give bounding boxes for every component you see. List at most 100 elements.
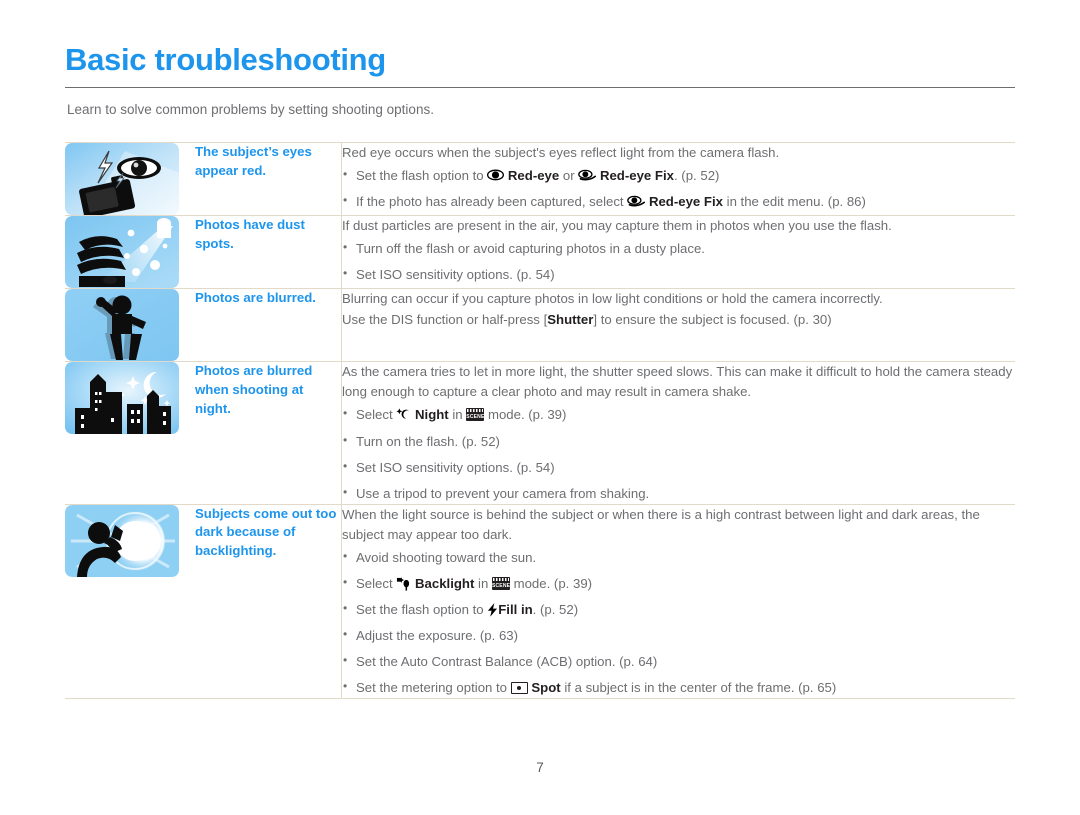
page-number: 7 xyxy=(536,760,544,775)
row-lead-text-2: Use the DIS function or half-press [Shut… xyxy=(342,310,1015,330)
option-text: if a subject is in the center of the fra… xyxy=(560,680,837,696)
list-item: Use a tripod to prevent your camera from… xyxy=(342,483,1015,504)
red-eye-fix-icon xyxy=(627,195,646,208)
list-item: Turn off the flash or avoid capturing ph… xyxy=(342,238,1015,259)
table-row: Photos are blurred when shooting at nigh… xyxy=(65,361,1015,505)
row-body-cell: If dust particles are present in the air… xyxy=(341,215,1015,289)
list-item: Set the flash option to Fill in. (p. 52) xyxy=(342,599,1015,620)
table-row: The subject’s eyes appear red. Red eye o… xyxy=(65,142,1015,216)
option-bold: Red-eye Fix xyxy=(648,194,723,210)
row-thumbnail-cell xyxy=(65,504,195,699)
option-text: Turn off the flash or avoid capturing ph… xyxy=(356,241,705,257)
row-label: The subject’s eyes appear red. xyxy=(195,144,312,178)
row-body-cell: Blurring can occur if you capture photos… xyxy=(341,288,1015,362)
night-city-icon xyxy=(65,362,179,435)
row-label: Subjects come out too dark because of ba… xyxy=(195,505,337,559)
option-text: . (p. 52) xyxy=(532,602,579,618)
row-label-cell: Photos are blurred. xyxy=(195,289,342,362)
red-eye-fix-icon xyxy=(578,169,597,182)
list-item: Adjust the exposure. (p. 63) xyxy=(342,625,1015,646)
option-text: Adjust the exposure. (p. 63) xyxy=(356,628,519,644)
shutter-key-label: Shutter xyxy=(547,312,594,328)
row-thumbnail-cell xyxy=(65,289,195,362)
option-text: Select xyxy=(356,407,397,423)
option-text: in xyxy=(448,407,467,423)
troubleshooting-table: The subject’s eyes appear red. Red eye o… xyxy=(65,142,1015,699)
list-item: If the photo has already been captured, … xyxy=(342,191,1015,212)
backlight-mode-icon xyxy=(396,577,411,591)
option-text: Set the Auto Contrast Balance (ACB) opti… xyxy=(356,654,658,670)
option-bold: Night xyxy=(415,407,449,423)
table-row: Subjects come out too dark because of ba… xyxy=(65,504,1015,699)
blurred-person-icon xyxy=(65,289,179,362)
red-eye-icon xyxy=(487,169,505,182)
row-lead-text: When the light source is behind the subj… xyxy=(342,506,980,542)
lead-text: Use the DIS function or half-press [ xyxy=(342,312,548,328)
row-options-list: Turn off the flash or avoid capturing ph… xyxy=(342,238,1015,285)
row-lead-text: As the camera tries to let in more light… xyxy=(342,364,1013,400)
manual-page: Basic troubleshooting Learn to solve com… xyxy=(0,0,1080,815)
spot-metering-icon xyxy=(510,682,528,695)
title-divider xyxy=(65,86,1015,88)
option-bold: Fill in xyxy=(498,602,533,618)
option-text: mode. (p. 39) xyxy=(484,407,567,423)
option-bold: Red-eye Fix xyxy=(599,168,674,184)
list-item: Set the metering option to Spot if a sub… xyxy=(342,677,1015,698)
fill-in-flash-icon xyxy=(487,603,498,617)
scene-icon-label: SCENE xyxy=(466,414,485,421)
list-item: Turn on the flash. (p. 52) xyxy=(342,431,1015,452)
option-bold: Red-eye xyxy=(507,168,560,184)
row-lead-text: Blurring can occur if you capture photos… xyxy=(342,291,883,307)
scene-mode-icon: SCENE xyxy=(491,577,510,591)
row-options-list: Avoid shooting toward the sun. Select Ba… xyxy=(342,547,1015,698)
row-thumbnail-cell xyxy=(65,362,195,505)
option-text: Select xyxy=(356,576,397,592)
row-thumbnail-cell xyxy=(65,143,195,216)
option-bold: Backlight xyxy=(415,576,475,592)
row-label: Photos are blurred. xyxy=(195,290,316,306)
dust-spots-icon xyxy=(65,216,179,289)
list-item: Select Night in SCENE mode. (p. 39) xyxy=(342,404,1015,425)
page-subtitle: Learn to solve common problems by settin… xyxy=(67,101,434,117)
option-text: in the edit menu. (p. 86) xyxy=(722,194,866,210)
row-lead-text: Red eye occurs when the subject's eyes r… xyxy=(342,145,780,161)
row-body-cell: Red eye occurs when the subject's eyes r… xyxy=(341,142,1015,216)
row-label-cell: The subject’s eyes appear red. xyxy=(195,143,342,216)
option-text: in xyxy=(474,576,492,592)
lead-text: ] to ensure the subject is focused. (p. … xyxy=(593,312,832,328)
row-label-cell: Photos are blurred when shooting at nigh… xyxy=(195,362,342,505)
row-label-cell: Subjects come out too dark because of ba… xyxy=(195,504,342,699)
row-thumbnail-cell xyxy=(65,216,195,289)
night-mode-icon xyxy=(396,408,411,421)
table-row: Photos are blurred. Blurring can occur i… xyxy=(65,288,1015,362)
row-options-list: Set the flash option to Red-eye or Red-e… xyxy=(342,165,1015,212)
list-item: Set ISO sensitivity options. (p. 54) xyxy=(342,264,1015,285)
row-lead-text: If dust particles are present in the air… xyxy=(342,218,892,234)
option-text: or xyxy=(559,168,579,184)
list-item: Set ISO sensitivity options. (p. 54) xyxy=(342,457,1015,478)
scene-icon-strip xyxy=(492,578,509,582)
list-item: Select Backlight in SCENE mode. (p. 39) xyxy=(342,573,1015,594)
row-label-cell: Photos have dust spots. xyxy=(195,216,342,289)
camera-flash-redeye-icon xyxy=(65,143,179,216)
backlit-subject-icon xyxy=(65,504,179,577)
list-item: Set the flash option to Red-eye or Red-e… xyxy=(342,165,1015,186)
row-label: Photos have dust spots. xyxy=(195,217,305,251)
option-text: Set the metering option to xyxy=(356,680,511,696)
list-item: Set the Auto Contrast Balance (ACB) opti… xyxy=(342,651,1015,672)
option-text: If the photo has already been captured, … xyxy=(356,194,628,210)
option-text: Avoid shooting toward the sun. xyxy=(356,550,537,566)
option-text: Use a tripod to prevent your camera from… xyxy=(356,485,650,501)
scene-mode-icon: SCENE xyxy=(466,408,485,422)
option-text: Set the flash option to xyxy=(356,602,488,618)
option-text: Set ISO sensitivity options. (p. 54) xyxy=(356,267,555,283)
row-body-cell: When the light source is behind the subj… xyxy=(341,504,1015,699)
option-text: Set ISO sensitivity options. (p. 54) xyxy=(356,459,555,475)
scene-icon-label: SCENE xyxy=(491,583,510,590)
option-text: Turn on the flash. (p. 52) xyxy=(356,433,500,449)
option-text: mode. (p. 39) xyxy=(509,576,593,592)
option-text: . (p. 52) xyxy=(673,168,720,184)
scene-icon-strip xyxy=(467,409,484,413)
row-options-list: Select Night in SCENE mode. (p. 39) Turn… xyxy=(342,404,1015,504)
list-item: Avoid shooting toward the sun. xyxy=(342,547,1015,568)
